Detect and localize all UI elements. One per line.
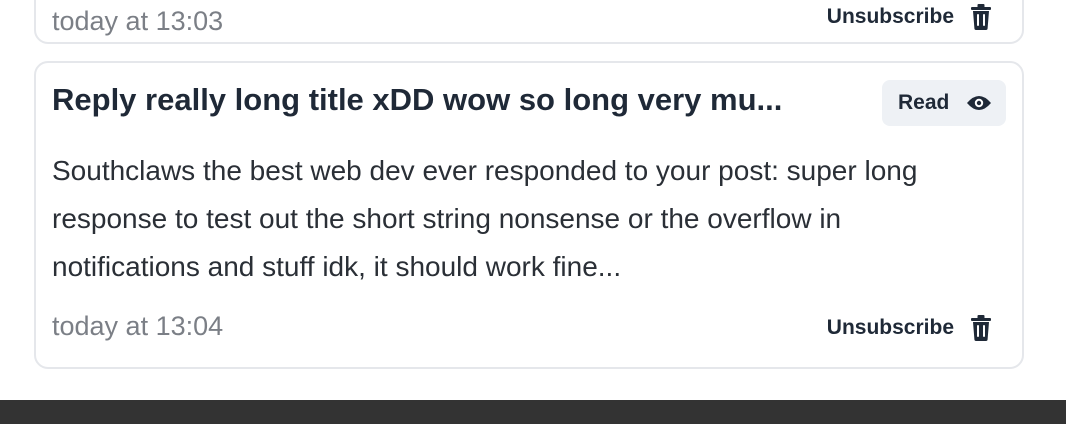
- notification-card: today at 13:03 Unsubscribe: [34, 0, 1024, 44]
- notification-title[interactable]: Reply really long title xDD wow so long …: [52, 81, 862, 119]
- eye-icon: [967, 96, 991, 110]
- notification-body: Southclaws the best web dev ever respond…: [52, 155, 918, 282]
- trash-icon[interactable]: [970, 315, 992, 341]
- unsubscribe-button[interactable]: Unsubscribe: [827, 5, 954, 29]
- trash-icon[interactable]: [970, 4, 992, 30]
- notification-timestamp: today at 13:03: [52, 6, 224, 36]
- read-button[interactable]: Read: [882, 80, 1006, 126]
- notification-timestamp: today at 13:04: [52, 311, 224, 341]
- notification-actions: Unsubscribe: [827, 4, 992, 30]
- notification-card: Reply really long title xDD wow so long …: [34, 61, 1024, 369]
- footer-bar: [0, 400, 1066, 424]
- read-button-label: Read: [898, 91, 950, 114]
- notification-actions: Unsubscribe: [827, 315, 992, 341]
- unsubscribe-button[interactable]: Unsubscribe: [827, 316, 954, 340]
